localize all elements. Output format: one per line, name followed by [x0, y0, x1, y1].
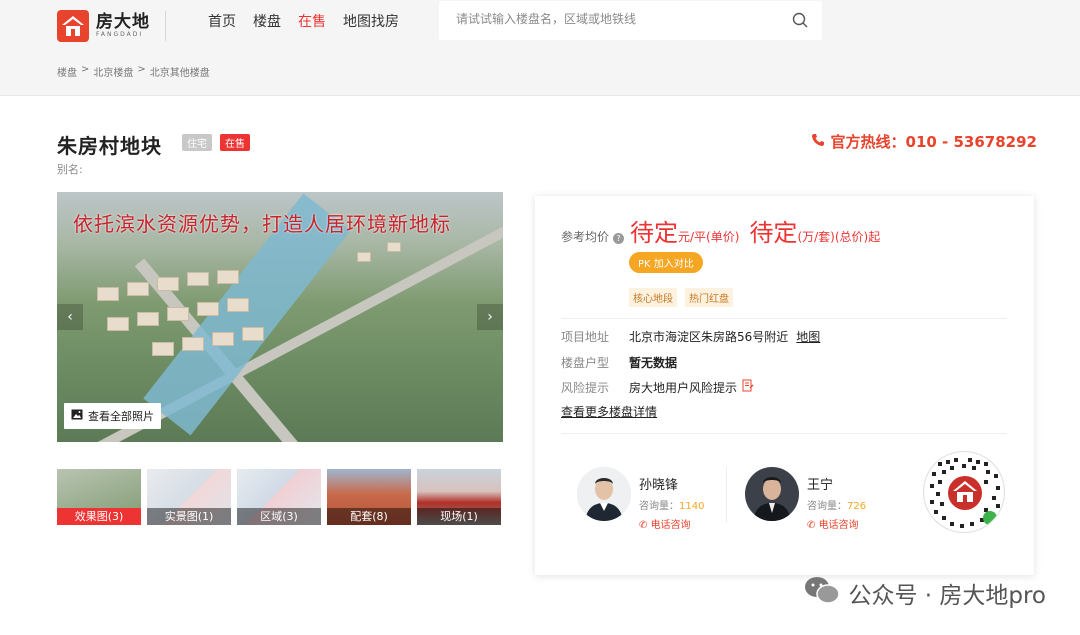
search-input[interactable]: [456, 12, 776, 26]
thumb-caption: 效果图(3): [57, 508, 141, 525]
qr-code[interactable]: [923, 451, 1005, 533]
thumb-area[interactable]: 区域(3): [237, 469, 321, 525]
chevron-right-icon: ›: [487, 309, 493, 325]
search-box: [439, 1, 822, 40]
more-details-link[interactable]: 查看更多楼盘详情: [561, 403, 657, 420]
next-photo-button[interactable]: ›: [477, 304, 503, 330]
hotline-text: 官方热线：010 - 53678292: [830, 133, 1037, 151]
add-compare-button[interactable]: PK 加入对比: [629, 252, 703, 273]
logo-icon: [57, 10, 89, 42]
watermark-text: 公众号 · 房大地pro: [848, 583, 1046, 609]
logo-subtitle: FANGDADI: [96, 31, 144, 38]
thumb-real-photo[interactable]: 实景图(1): [147, 469, 231, 525]
document-icon[interactable]: [742, 379, 754, 396]
address-row: 项目地址 北京市海淀区朱房路56号附近 地图: [561, 328, 820, 345]
call-button[interactable]: ✆ 电话咨询: [639, 516, 704, 531]
agent-name: 孙晓锋: [639, 478, 679, 493]
total-price: 待定: [749, 219, 798, 247]
logo-name: 房大地: [96, 12, 150, 32]
prev-photo-button[interactable]: ‹: [57, 304, 83, 330]
risk-key: 风险提示: [561, 381, 610, 395]
info-card: 参考均价 ? 待定 元/平(单价) 待定 (万/套)(总价)起 PK 加入对比 …: [535, 196, 1034, 575]
price-row: 参考均价 ? 待定 元/平(单价) 待定 (万/套)(总价)起: [561, 213, 890, 248]
thumb-caption: 区域(3): [237, 508, 321, 525]
divider: [561, 318, 1007, 319]
total-price-suffix: (万/套)(总价)起: [797, 230, 881, 244]
search-icon[interactable]: [792, 12, 808, 32]
chevron-left-icon: ‹: [67, 309, 73, 325]
address-value: 北京市海淀区朱房路56号附近: [629, 330, 789, 344]
breadcrumb-separator: >: [81, 64, 90, 75]
agent-name: 王宁: [807, 478, 834, 493]
status-badge: 在售: [220, 134, 250, 151]
call-button[interactable]: ✆ 电话咨询: [807, 516, 866, 531]
phone-icon: ✆: [807, 520, 819, 531]
top-header: 房大地 FANGDADI 首页 楼盘 在售 地图找房 楼盘 > 北京楼盘 > 北…: [0, 0, 1080, 96]
divider: [726, 467, 727, 523]
thumb-facilities[interactable]: 配套(8): [327, 469, 411, 525]
unit-price-suffix: 元/平(单价): [678, 230, 740, 244]
feature-tag: 热门红盘: [685, 288, 733, 307]
wechat-watermark: 公众号 · 房大地pro: [804, 576, 1046, 610]
page-title: 朱房村地块: [57, 134, 162, 158]
risk-row: 风险提示 房大地用户风险提示: [561, 379, 754, 396]
thumb-caption: 配套(8): [327, 508, 411, 525]
nav-projects[interactable]: 楼盘: [253, 11, 281, 31]
main-nav: 首页 楼盘 在售 地图找房: [208, 11, 399, 31]
type-badge: 住宅: [182, 134, 212, 151]
view-all-photos-button[interactable]: 查看全部照片: [64, 403, 161, 429]
help-icon[interactable]: ?: [613, 233, 625, 244]
breadcrumb-item[interactable]: 北京其他楼盘: [150, 64, 210, 79]
breadcrumb-separator: >: [137, 64, 146, 75]
agent-card[interactable]: 孙晓锋 咨询量：1140 ✆ 电话咨询: [577, 467, 704, 531]
thumb-caption: 实景图(1): [147, 508, 231, 525]
agent-inquiries: 咨询量：726: [807, 501, 867, 512]
header-divider: [165, 11, 166, 41]
nav-on-sale[interactable]: 在售: [298, 11, 326, 31]
view-all-label: 查看全部照片: [88, 410, 154, 423]
layout-key: 楼盘户型: [561, 356, 610, 370]
avatar: [577, 467, 631, 521]
thumb-rendering[interactable]: 效果图(3): [57, 469, 141, 525]
alias-label: 别名:: [57, 163, 83, 176]
wechat-icon: [804, 576, 841, 610]
breadcrumb: 楼盘 > 北京楼盘 > 北京其他楼盘: [57, 64, 210, 79]
breadcrumb-item[interactable]: 楼盘: [57, 64, 77, 79]
map-link[interactable]: 地图: [796, 328, 820, 345]
divider: [561, 433, 1007, 434]
image-icon: [71, 409, 83, 423]
address-key: 项目地址: [561, 330, 610, 344]
layout-row: 楼盘户型 暂无数据: [561, 354, 677, 371]
photo-thumbnails: 效果图(3) 实景图(1) 区域(3) 配套(8) 现场(1): [57, 469, 503, 525]
agent-inquiries: 咨询量：1140: [639, 501, 705, 512]
unit-price: 待定: [630, 219, 679, 247]
nav-home[interactable]: 首页: [208, 11, 236, 31]
photo-headline: 依托滨水资源优势，打造人居环境新地标: [73, 212, 451, 236]
thumb-site[interactable]: 现场(1): [417, 469, 501, 525]
site-logo[interactable]: 房大地 FANGDADI: [57, 10, 150, 42]
main-photo[interactable]: 依托滨水资源优势，打造人居环境新地标 ‹ › 查看全部照片: [57, 192, 503, 442]
thumb-caption: 现场(1): [417, 508, 501, 525]
feature-tag: 核心地段: [629, 288, 677, 307]
phone-icon: ✆: [639, 520, 651, 531]
risk-value[interactable]: 房大地用户风险提示: [629, 379, 737, 396]
price-label: 参考均价: [561, 230, 610, 244]
nav-map-search[interactable]: 地图找房: [343, 11, 399, 31]
layout-value: 暂无数据: [629, 356, 678, 370]
phone-icon: [811, 133, 825, 151]
breadcrumb-item[interactable]: 北京楼盘: [93, 64, 133, 79]
avatar: [745, 467, 799, 521]
hotline[interactable]: 官方热线：010 - 53678292: [811, 131, 1037, 152]
agent-card[interactable]: 王宁 咨询量：726 ✆ 电话咨询: [745, 467, 866, 531]
